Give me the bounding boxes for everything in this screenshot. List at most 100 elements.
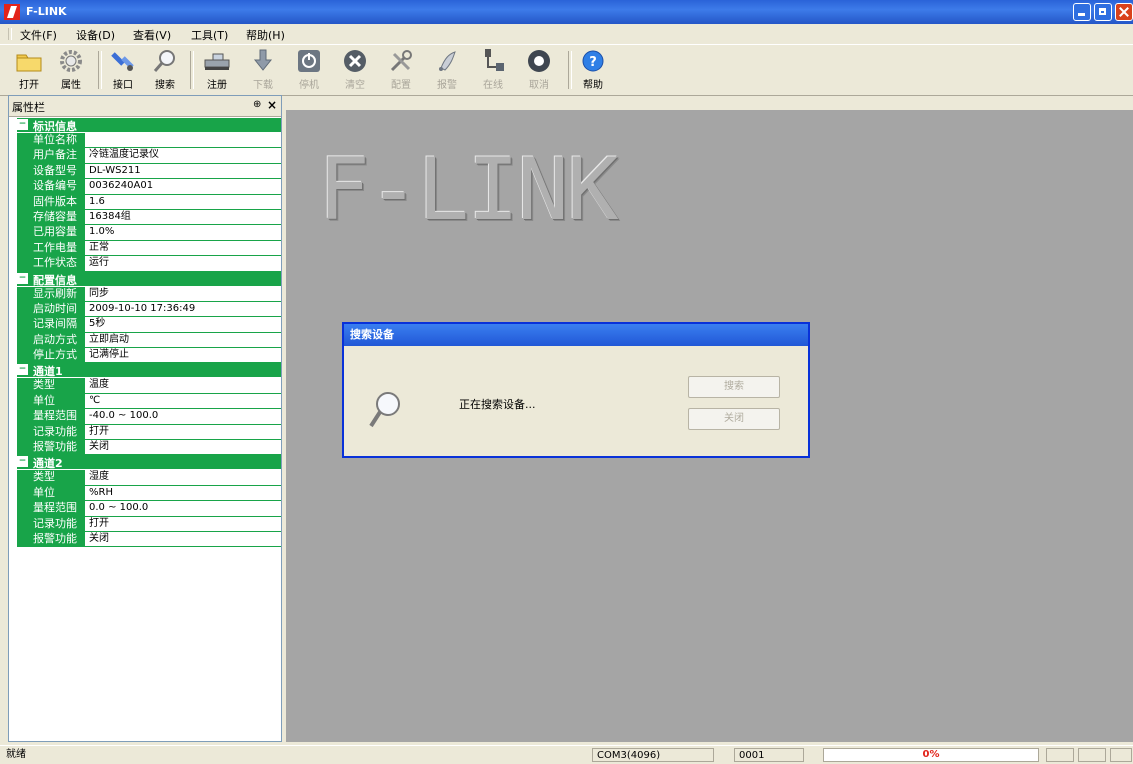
- interface-button[interactable]: 接口: [104, 48, 142, 92]
- property-row[interactable]: 已用容量 1.0%: [17, 225, 281, 241]
- property-key: 单位名称: [17, 133, 85, 148]
- property-value[interactable]: -40.0 ~ 100.0: [85, 409, 281, 424]
- menu-device[interactable]: 设备(D): [76, 27, 115, 43]
- section-header[interactable]: − 通道2: [17, 455, 281, 470]
- properties-button[interactable]: 属性: [52, 48, 90, 92]
- property-row[interactable]: 报警功能 关闭: [17, 531, 281, 548]
- property-row[interactable]: 记录间隔 5秒: [17, 317, 281, 333]
- property-row[interactable]: 设备型号 DL-WS211: [17, 163, 281, 180]
- section-header[interactable]: − 配置信息: [17, 271, 281, 287]
- collapse-icon[interactable]: −: [17, 364, 28, 376]
- menu-tools[interactable]: 工具(T): [191, 27, 228, 43]
- property-key: 存储容量: [17, 209, 85, 225]
- cancel-button[interactable]: 取消: [520, 48, 558, 92]
- property-value[interactable]: 16384组: [85, 209, 281, 225]
- property-row[interactable]: 类型 温度: [17, 378, 281, 394]
- property-row[interactable]: 单位名称: [17, 133, 281, 149]
- property-row[interactable]: 存储容量 16384组: [17, 209, 281, 226]
- property-row[interactable]: 量程范围 -40.0 ~ 100.0: [17, 409, 281, 425]
- dialog-search-button[interactable]: 搜索: [688, 376, 780, 398]
- property-value[interactable]: %RH: [85, 485, 281, 501]
- search-button[interactable]: 搜索: [146, 48, 184, 92]
- menu-file[interactable]: 文件(F): [20, 27, 57, 43]
- property-value[interactable]: 温度: [85, 378, 281, 393]
- alarm-button[interactable]: 报警: [428, 48, 466, 92]
- collapse-icon[interactable]: −: [17, 456, 28, 468]
- property-key: 设备型号: [17, 163, 85, 179]
- config-button[interactable]: 配置: [382, 48, 420, 92]
- property-row[interactable]: 显示刷新 同步: [17, 286, 281, 302]
- property-key: 记录间隔: [17, 317, 85, 332]
- property-row[interactable]: 单位 %RH: [17, 485, 281, 502]
- property-value[interactable]: DL-WS211: [85, 163, 281, 179]
- property-row[interactable]: 单位 ℃: [17, 393, 281, 410]
- close-button[interactable]: [1115, 3, 1133, 21]
- register-icon: [203, 48, 231, 74]
- register-label: 注册: [207, 80, 227, 91]
- property-value[interactable]: 1.6: [85, 194, 281, 209]
- collapse-icon[interactable]: −: [17, 272, 28, 284]
- property-value[interactable]: 2009-10-10 17:36:49: [85, 301, 281, 317]
- download-button[interactable]: 下载: [244, 48, 282, 92]
- clear-button[interactable]: 清空: [336, 48, 374, 92]
- toolbar-separator: [568, 51, 572, 89]
- property-value[interactable]: 记满停止: [85, 348, 281, 363]
- property-row[interactable]: 工作电量 正常: [17, 240, 281, 257]
- property-row[interactable]: 启动时间 2009-10-10 17:36:49: [17, 301, 281, 318]
- open-button[interactable]: 打开: [10, 48, 48, 92]
- cancel-label: 取消: [529, 80, 549, 91]
- property-value[interactable]: 同步: [85, 286, 281, 301]
- status-cell-extra: [1046, 748, 1074, 762]
- property-value[interactable]: 打开: [85, 516, 281, 531]
- property-row[interactable]: 用户备注 冷链温度记录仪: [17, 148, 281, 164]
- property-value[interactable]: 湿度: [85, 470, 281, 485]
- toolbar-separator: [98, 51, 102, 89]
- property-value[interactable]: 打开: [85, 424, 281, 440]
- property-row[interactable]: 记录功能 打开: [17, 424, 281, 441]
- pin-icon[interactable]: ⊕: [253, 99, 261, 110]
- property-value[interactable]: 正常: [85, 240, 281, 256]
- property-value[interactable]: 1.0%: [85, 225, 281, 240]
- property-row[interactable]: 量程范围 0.0 ~ 100.0: [17, 501, 281, 517]
- online-button[interactable]: 在线: [474, 48, 512, 92]
- property-value[interactable]: ℃: [85, 393, 281, 409]
- menu-help[interactable]: 帮助(H): [246, 27, 285, 43]
- property-key: 记录功能: [17, 516, 85, 531]
- plug-icon: [109, 48, 137, 74]
- property-row[interactable]: 工作状态 运行: [17, 256, 281, 272]
- property-value[interactable]: 立即启动: [85, 332, 281, 348]
- property-value[interactable]: 5秒: [85, 317, 281, 332]
- status-port: COM3(4096): [592, 748, 714, 762]
- property-value[interactable]: [85, 133, 281, 148]
- collapse-icon[interactable]: −: [17, 119, 28, 130]
- toolbar: 打开 属性 接口 搜索 注册 下载 停机 清空 配置 报警 在线 取消 ? 帮助: [0, 44, 1133, 96]
- download-label: 下载: [253, 80, 273, 91]
- property-row[interactable]: 设备编号 0036240A01: [17, 179, 281, 195]
- property-row[interactable]: 记录功能 打开: [17, 516, 281, 532]
- section-header[interactable]: − 标识信息: [17, 118, 281, 133]
- property-row[interactable]: 固件版本 1.6: [17, 194, 281, 210]
- search-status-text: 正在搜索设备...: [459, 398, 536, 411]
- search-label: 搜索: [155, 80, 175, 91]
- section-title: 通道1: [33, 365, 63, 379]
- property-value[interactable]: 关闭: [85, 531, 281, 547]
- property-value[interactable]: 0.0 ~ 100.0: [85, 501, 281, 516]
- property-row[interactable]: 类型 湿度: [17, 470, 281, 486]
- section-header[interactable]: − 通道1: [17, 363, 281, 379]
- property-value[interactable]: 关闭: [85, 440, 281, 455]
- maximize-button[interactable]: [1094, 3, 1112, 21]
- property-key: 量程范围: [17, 501, 85, 516]
- panel-close-icon[interactable]: ×: [267, 98, 277, 112]
- property-value[interactable]: 冷链温度记录仪: [85, 148, 281, 163]
- register-button[interactable]: 注册: [198, 48, 236, 92]
- property-value[interactable]: 0036240A01: [85, 179, 281, 194]
- menu-view[interactable]: 查看(V): [133, 27, 171, 43]
- minimize-button[interactable]: [1073, 3, 1091, 21]
- stop-button[interactable]: 停机: [290, 48, 328, 92]
- help-button[interactable]: ? 帮助: [574, 48, 612, 92]
- property-row[interactable]: 报警功能 关闭: [17, 440, 281, 456]
- property-value[interactable]: 运行: [85, 256, 281, 271]
- dialog-close-button[interactable]: 关闭: [688, 408, 780, 430]
- property-row[interactable]: 停止方式 记满停止: [17, 348, 281, 364]
- property-row[interactable]: 启动方式 立即启动: [17, 332, 281, 349]
